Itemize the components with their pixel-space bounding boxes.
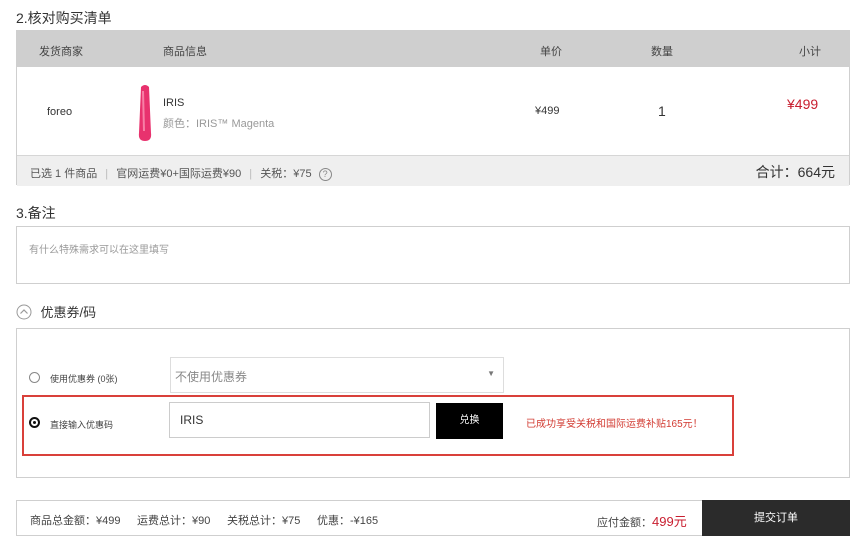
- payable-label: 应付金额：: [597, 517, 652, 529]
- table-header: 发货商家 商品信息 单价 数量 小计: [17, 31, 849, 67]
- submit-order-button[interactable]: 提交订单: [702, 500, 850, 536]
- unit-price: ¥499: [535, 105, 560, 117]
- item-subtotal: ¥499: [787, 96, 819, 112]
- coupon-select[interactable]: 不使用优惠券 ▼: [170, 357, 504, 393]
- header-qty: 数量: [651, 46, 673, 58]
- quantity: 1: [658, 103, 666, 119]
- header-price: 单价: [540, 46, 562, 58]
- header-product: 商品信息: [163, 46, 207, 58]
- enter-code-radio[interactable]: [29, 417, 40, 428]
- shipping-total: 运费总计：¥90: [137, 515, 211, 527]
- shipping-text: 官网运费¥0+国际运费¥90: [116, 168, 242, 180]
- order-total: 合计：664元: [755, 164, 835, 180]
- exchange-button[interactable]: 兑换: [436, 403, 503, 439]
- use-coupon-label[interactable]: 使用优惠券 (0张): [50, 372, 118, 385]
- selected-text: 已选 1 件商品: [30, 168, 98, 180]
- use-coupon-radio[interactable]: [29, 372, 40, 383]
- header-merchant: 发货商家: [39, 46, 83, 58]
- product-name[interactable]: IRIS: [163, 97, 184, 109]
- coupon-code-input[interactable]: IRIS: [169, 402, 430, 438]
- order-summary: 已选 1 件商品 | 官网运费¥0+国际运费¥90 | 关税：¥75 ? 合计：…: [17, 155, 849, 186]
- order-table: 发货商家 商品信息 单价 数量 小计 foreo IRIS 颜色：IRIS™ M…: [16, 30, 850, 186]
- table-row: foreo IRIS 颜色：IRIS™ Magenta ¥499 1 ¥499: [17, 67, 849, 155]
- order-review-title: 2.核对购买清单: [16, 10, 112, 26]
- product-attribute: 颜色：IRIS™ Magenta: [163, 118, 275, 130]
- remark-title: 3.备注: [16, 205, 56, 221]
- merchant-name: foreo: [47, 106, 73, 118]
- coupon-select-value: 不使用优惠券: [175, 370, 248, 384]
- selected-count: 已选 1 件商品 | 官网运费¥0+国际运费¥90 | 关税：¥75 ?: [30, 165, 332, 181]
- help-icon[interactable]: ?: [318, 167, 332, 181]
- coupon-toggle[interactable]: 优惠券/码: [16, 302, 96, 321]
- tax-text: 关税：¥75: [260, 168, 312, 180]
- payable-value: 499元: [652, 514, 687, 529]
- enter-code-label[interactable]: 直接输入优惠码: [50, 418, 113, 431]
- remark-textarea[interactable]: 有什么特殊需求可以在这里填写: [16, 226, 850, 284]
- caret-down-icon: ▼: [487, 369, 495, 378]
- coupon-title: 优惠券/码: [40, 305, 97, 320]
- coupon-panel: 使用优惠券 (0张) 不使用优惠券 ▼ 直接输入优惠码 IRIS 兑换 已成功享…: [16, 328, 850, 478]
- chevron-up-icon[interactable]: [16, 304, 32, 320]
- payable-amount: 应付金额：499元: [597, 511, 687, 530]
- success-message: 已成功享受关税和国际运费补贴165元！: [526, 419, 703, 430]
- goods-total: 商品总金额：¥499: [30, 515, 121, 527]
- checkout-bar: 商品总金额：¥499 运费总计：¥90 关税总计：¥75 优惠：-¥165 应付…: [16, 500, 850, 536]
- product-image[interactable]: [125, 83, 165, 145]
- discount-total: 优惠：-¥165: [317, 515, 379, 527]
- header-subtotal: 小计: [799, 46, 821, 58]
- tax-total: 关税总计：¥75: [227, 515, 301, 527]
